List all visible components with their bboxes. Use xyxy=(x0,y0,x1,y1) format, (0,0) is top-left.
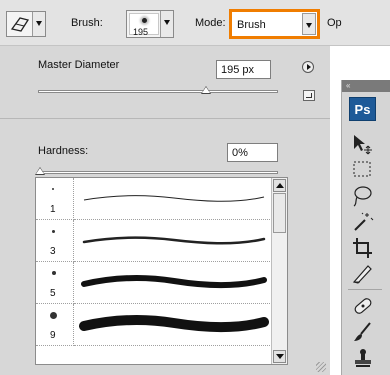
tool-preset-picker[interactable] xyxy=(6,11,46,37)
mode-select[interactable]: Brush xyxy=(229,9,320,39)
hardness-label: Hardness: xyxy=(38,145,89,157)
scroll-up-arrow-icon[interactable] xyxy=(273,179,286,192)
tools-panel: « Ps xyxy=(341,80,390,375)
brush-size-label: 9 xyxy=(50,330,56,341)
brush-tip-icon xyxy=(52,188,54,190)
slice-tool-icon[interactable] xyxy=(350,262,376,286)
lasso-tool-icon[interactable] xyxy=(350,184,376,208)
crop-tool-icon[interactable] xyxy=(350,236,376,260)
brush-tip-cell: 5 xyxy=(36,262,74,304)
brush-tip-icon xyxy=(50,312,57,319)
mode-label: Mode: xyxy=(195,17,226,29)
brush-stroke-preview xyxy=(74,262,272,304)
mode-dropdown-arrow[interactable] xyxy=(302,13,316,35)
tools-panel-header[interactable]: « xyxy=(342,80,390,92)
brush-list-scrollbar[interactable] xyxy=(271,178,287,364)
scrollbar-thumb[interactable] xyxy=(273,193,286,233)
brush-tool-icon[interactable] xyxy=(350,320,376,344)
brush-size-readout: 195 xyxy=(133,27,149,37)
stroke-preview-icon xyxy=(83,195,265,202)
reset-size-icon[interactable] xyxy=(303,90,315,101)
tool-preset-dropdown-arrow[interactable] xyxy=(32,12,45,36)
brush-preset-picker[interactable]: 195 xyxy=(126,10,174,38)
rectangular-marquee-tool-icon[interactable] xyxy=(350,158,376,182)
clone-stamp-tool-icon[interactable] xyxy=(350,346,376,370)
hardness-slider-thumb[interactable] xyxy=(35,167,45,175)
eraser-icon xyxy=(10,17,30,32)
brush-list-item[interactable]: 1 xyxy=(36,178,272,220)
magic-wand-tool-icon[interactable] xyxy=(350,210,376,234)
brush-tip-cell: 9 xyxy=(36,304,74,346)
healing-brush-tool-icon[interactable] xyxy=(350,294,376,318)
tools-separator xyxy=(348,289,382,290)
brush-list: 1 3 5 9 xyxy=(35,177,288,365)
brush-tip-cell: 1 xyxy=(36,178,74,220)
brush-stroke-preview xyxy=(74,178,272,220)
brush-list-item[interactable]: 5 xyxy=(36,262,272,304)
panel-resize-grip-icon[interactable] xyxy=(316,362,326,372)
brush-size-label: 1 xyxy=(50,204,56,215)
mode-value: Brush xyxy=(237,19,266,31)
collapse-chevron-icon[interactable]: « xyxy=(346,82,350,90)
ps-logo[interactable]: Ps xyxy=(349,97,376,121)
brush-stroke-preview xyxy=(74,304,272,346)
brush-tip-cell: 3 xyxy=(36,220,74,262)
brush-size-label: 5 xyxy=(50,288,56,299)
master-diameter-slider-thumb[interactable] xyxy=(201,86,211,94)
brush-thumbnail: 195 xyxy=(129,13,159,37)
move-tool-icon[interactable] xyxy=(350,132,376,156)
brush-tip-icon xyxy=(52,230,55,233)
brush-list-item[interactable]: 3 xyxy=(36,220,272,262)
stroke-preview-icon xyxy=(82,236,266,245)
brush-picker-panel: Master Diameter 195 px Hardness: 0% 1 3 xyxy=(0,46,330,375)
scroll-down-arrow-icon[interactable] xyxy=(273,350,286,363)
master-diameter-slider[interactable] xyxy=(38,90,278,93)
panel-menu-icon[interactable] xyxy=(302,61,314,73)
opacity-label: Op xyxy=(327,17,342,29)
brush-preset-dropdown-arrow[interactable] xyxy=(160,11,173,37)
options-bar: Brush: 195 Mode: Brush Op xyxy=(0,0,390,46)
hardness-field[interactable]: 0% xyxy=(227,143,278,162)
stroke-preview-icon xyxy=(79,315,269,332)
brush-size-label: 3 xyxy=(50,246,56,257)
hardness-slider[interactable] xyxy=(38,171,278,174)
brush-stroke-preview xyxy=(74,220,272,262)
brush-list-item[interactable]: 9 xyxy=(36,304,272,346)
panel-divider xyxy=(0,118,330,119)
stroke-preview-icon xyxy=(81,275,267,288)
master-diameter-label: Master Diameter xyxy=(38,59,120,71)
master-diameter-field[interactable]: 195 px xyxy=(216,60,271,79)
brush-label: Brush: xyxy=(71,17,103,29)
brush-tip-icon xyxy=(52,271,56,275)
soft-brush-tip-icon xyxy=(142,18,147,23)
